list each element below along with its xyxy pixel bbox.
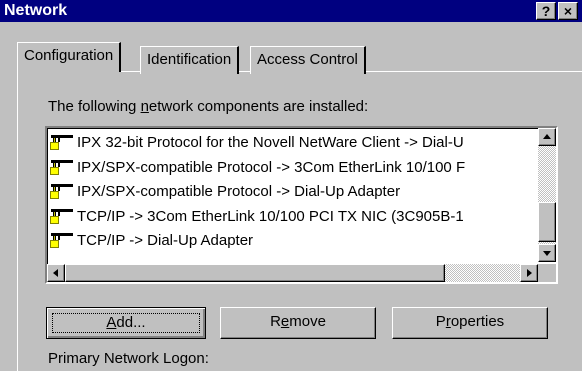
title-bar[interactable]: Network ? × — [0, 0, 582, 22]
arrow-right-icon — [527, 269, 532, 277]
list-item-text: IPX/SPX-compatible Protocol -> Dial-Up A… — [77, 183, 401, 200]
list-item[interactable]: TCP/IP -> Dial-Up Adapter — [50, 230, 538, 255]
list-item[interactable]: IPX 32-bit Protocol for the Novell NetWa… — [50, 132, 538, 157]
list-item[interactable]: IPX/SPX-compatible Protocol -> Dial-Up A… — [50, 181, 538, 206]
list-item[interactable]: TCP/IP -> 3Com EtherLink 10/100 PCI TX N… — [50, 206, 538, 231]
network-protocol-icon — [50, 208, 74, 226]
primary-logon-label: Primary Network Logon: — [48, 350, 209, 367]
button-label: P — [435, 313, 446, 330]
scroll-right-button[interactable] — [520, 264, 538, 282]
focus-rect: Add... — [52, 313, 200, 333]
button-label: dd... — [116, 314, 146, 331]
window-title: Network — [4, 2, 68, 19]
properties-button[interactable]: Properties — [392, 307, 548, 339]
add-button[interactable]: Add... — [46, 307, 206, 339]
tab-access-control[interactable]: Access Control — [250, 46, 366, 74]
list-item-text: IPX 32-bit Protocol for the Novell NetWa… — [77, 134, 464, 151]
label-part: The following — [48, 98, 141, 115]
arrow-up-icon — [543, 134, 551, 139]
arrow-left-icon — [53, 269, 58, 277]
button-label: move — [289, 313, 326, 330]
scroll-left-button[interactable] — [47, 264, 65, 282]
close-button[interactable]: × — [558, 2, 578, 20]
label-mnemonic: n — [140, 98, 149, 115]
scroll-up-button[interactable] — [538, 128, 556, 146]
network-protocol-icon — [50, 159, 74, 177]
list-item-text: TCP/IP -> 3Com EtherLink 10/100 PCI TX N… — [77, 207, 464, 225]
horizontal-scrollbar[interactable] — [47, 264, 538, 282]
button-mnemonic: A — [106, 314, 117, 331]
components-label: The following network components are ins… — [48, 98, 368, 115]
button-label: operties — [450, 313, 505, 330]
button-mnemonic: e — [280, 313, 290, 330]
close-icon: × — [563, 3, 573, 19]
help-button[interactable]: ? — [536, 2, 556, 20]
tab-identification[interactable]: Identification — [140, 46, 240, 74]
list-item[interactable]: IPX/SPX-compatible Protocol -> 3Com Ethe… — [50, 157, 538, 182]
network-protocol-icon — [50, 134, 74, 152]
network-protocol-icon — [50, 232, 74, 250]
list-items: IPX 32-bit Protocol for the Novell NetWa… — [50, 132, 538, 262]
button-label: R — [270, 313, 281, 330]
remove-button[interactable]: Remove — [220, 307, 376, 339]
list-item-text: TCP/IP -> Dial-Up Adapter — [77, 232, 254, 249]
tab-label: Configuration — [24, 47, 114, 64]
help-icon: ? — [541, 3, 551, 19]
horizontal-scroll-thumb[interactable] — [65, 264, 445, 282]
list-item-text: IPX/SPX-compatible Protocol -> 3Com Ethe… — [77, 158, 466, 176]
tab-configuration[interactable]: Configuration — [17, 42, 122, 72]
vertical-scroll-thumb[interactable] — [538, 202, 556, 242]
label-part: etwork components are installed: — [148, 98, 369, 115]
scrollbar-corner — [538, 264, 556, 282]
vertical-scrollbar[interactable] — [538, 128, 556, 262]
scroll-down-button[interactable] — [538, 244, 556, 262]
tab-label: Access Control — [257, 51, 358, 68]
components-list[interactable]: IPX 32-bit Protocol for the Novell NetWa… — [45, 126, 558, 284]
network-protocol-icon — [50, 183, 74, 201]
tab-label: Identification — [147, 51, 232, 68]
arrow-down-icon — [543, 251, 551, 256]
